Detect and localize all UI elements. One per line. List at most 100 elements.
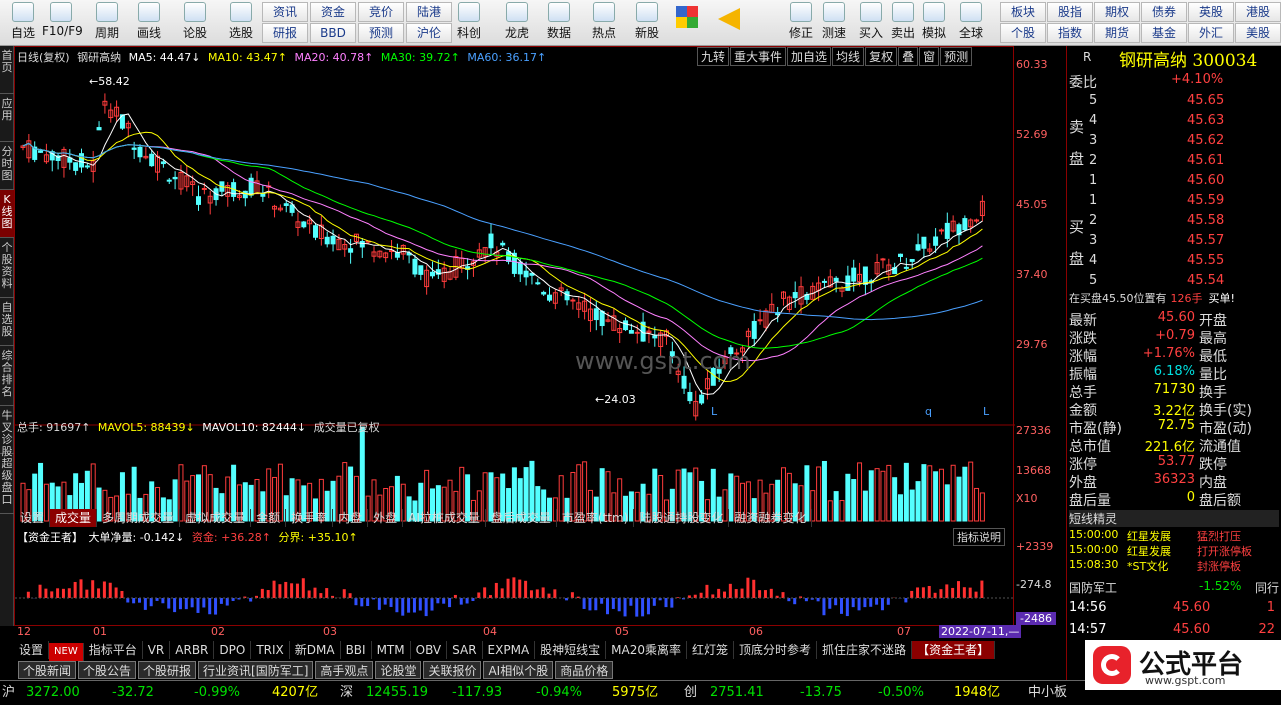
toolbar-btn-0[interactable]: 自选 xyxy=(4,2,42,44)
news-tab-0[interactable]: 个股新闻 xyxy=(18,661,77,679)
short-stock[interactable]: 红星发展 xyxy=(1127,528,1171,544)
left-tab-7[interactable]: 牛叉诊股 xyxy=(0,406,14,458)
toolbar-grid-btn[interactable]: 基金 xyxy=(1141,23,1187,43)
vol-tab-8[interactable]: AI拉桩成交量 xyxy=(403,509,486,527)
toolbar-grid-btn[interactable]: 股指 xyxy=(1047,2,1093,22)
bid-price[interactable]: 45.54 xyxy=(1187,273,1224,288)
vol-tab-11[interactable]: 陆股通持股变化 xyxy=(634,509,730,527)
sector-name[interactable]: 国防军工 xyxy=(1069,579,1117,596)
indicator-explain-button[interactable]: 指标说明 xyxy=(953,528,1005,546)
indicator-tab-1[interactable]: NEW xyxy=(49,643,84,661)
vol-tab-3[interactable]: 虚拟成交量 xyxy=(180,509,252,527)
vol-tab-9[interactable]: 盘后成交量 xyxy=(486,509,557,527)
bid-price[interactable]: 45.55 xyxy=(1187,253,1224,268)
toolbar-btn-3[interactable]: 画线 xyxy=(130,2,168,44)
indicator-tab-14[interactable]: MA20乘离率 xyxy=(606,641,688,659)
vol-tab-1[interactable]: 成交量 xyxy=(50,509,98,527)
left-tab-0[interactable]: 首页 xyxy=(0,46,14,94)
news-tab-7[interactable]: AI相似个股 xyxy=(483,661,554,679)
toolbar-btn-4[interactable]: 论股 xyxy=(176,2,214,44)
news-tab-6[interactable]: 关联报价 xyxy=(423,661,482,679)
indicator-tab-15[interactable]: 红灯笼 xyxy=(687,641,735,659)
toolbar-grid-btn[interactable]: 预测 xyxy=(358,23,404,43)
toolbar-btn-1[interactable]: F10/F9 xyxy=(42,2,83,44)
toolbar-btn-2[interactable]: 周期 xyxy=(88,2,126,44)
left-tab-3[interactable]: K线图 xyxy=(0,190,14,238)
toolbar-btn-10[interactable]: 新股 xyxy=(628,2,666,44)
indicator-tab-2[interactable]: 指标平台 xyxy=(84,641,143,659)
sector-more[interactable]: 同行 xyxy=(1255,579,1279,596)
toolbar-grid-btn[interactable]: 板块 xyxy=(1000,2,1046,22)
toolbar-grid-btn[interactable]: 英股 xyxy=(1188,2,1234,22)
toolbar-grid-btn[interactable]: 个股 xyxy=(1000,23,1046,43)
left-tab-6[interactable]: 综合排名 xyxy=(0,346,14,406)
vol-tab-7[interactable]: 外盘 xyxy=(368,509,404,527)
bid-price[interactable]: 45.58 xyxy=(1187,213,1224,228)
toolbar-btn-15[interactable]: 模拟 xyxy=(915,2,953,44)
vol-tab-10[interactable]: 市盈率(ttm) xyxy=(557,509,635,527)
news-tab-2[interactable]: 个股研报 xyxy=(138,661,197,679)
vol-tab-6[interactable]: 内盘 xyxy=(333,509,369,527)
vol-tab-0[interactable]: 设置 xyxy=(15,509,51,527)
vol-tab-12[interactable]: 融资融券变化 xyxy=(729,509,813,527)
news-tab-5[interactable]: 论股堂 xyxy=(375,661,422,679)
ask-price[interactable]: 45.65 xyxy=(1187,93,1224,108)
news-tab-3[interactable]: 行业资讯[国防军工] xyxy=(198,661,314,679)
indicator-tab-16[interactable]: 顶底分时参考 xyxy=(734,641,818,659)
indicator-tab-5[interactable]: DPO xyxy=(214,641,252,659)
toolbar-grid-btn[interactable]: 研报 xyxy=(262,23,308,43)
indicator-tab-13[interactable]: 股神短线宝 xyxy=(535,641,607,659)
left-tab-2[interactable]: 分时图 xyxy=(0,142,14,190)
toolbar-grid-btn[interactable]: 陆港 xyxy=(406,2,452,22)
toolbar-grid-btn[interactable]: 期权 xyxy=(1094,2,1140,22)
indicator-tab-8[interactable]: BBI xyxy=(341,641,372,659)
vol-tab-4[interactable]: 金额 xyxy=(251,509,287,527)
toolbar-grid-btn[interactable]: 指数 xyxy=(1047,23,1093,43)
toolbar-btn-12[interactable]: 测速 xyxy=(815,2,853,44)
left-tab-4[interactable]: 个股资料 xyxy=(0,238,14,298)
toolbar-btn-6[interactable]: 科创 xyxy=(450,2,488,44)
toolbar-grid-btn[interactable]: 竞价 xyxy=(358,2,404,22)
vol-tab-2[interactable]: 多周期成交量 xyxy=(97,509,181,527)
left-tab-8[interactable]: 超级盘口 xyxy=(0,454,14,514)
ask-price[interactable]: 45.60 xyxy=(1187,173,1224,188)
toolbar-grid-btn[interactable]: 债券 xyxy=(1141,2,1187,22)
news-tab-4[interactable]: 高手观点 xyxy=(315,661,374,679)
short-stock[interactable]: *ST文化 xyxy=(1127,558,1168,574)
toolbar-btn-9[interactable]: 热点 xyxy=(585,2,623,44)
indicator-tab-4[interactable]: ARBR xyxy=(170,641,215,659)
toolbar-grid-btn[interactable]: 资金 xyxy=(310,2,356,22)
news-tab-8[interactable]: 商品价格 xyxy=(555,661,614,679)
left-tab-1[interactable]: 应用 xyxy=(0,94,14,142)
indicator-tab-7[interactable]: 新DMA xyxy=(290,641,341,659)
back-arrow-icon[interactable] xyxy=(718,8,740,30)
toolbar-grid-btn[interactable]: 沪伦 xyxy=(406,23,452,43)
toolbar-grid-btn[interactable]: 资讯 xyxy=(262,2,308,22)
toolbar-grid-btn[interactable]: 期货 xyxy=(1094,23,1140,43)
toolbar-btn-7[interactable]: 龙虎 xyxy=(498,2,536,44)
color-grid-icon[interactable] xyxy=(676,6,698,28)
vol-tab-5[interactable]: 换手率 xyxy=(286,509,334,527)
short-stock[interactable]: 红星发展 xyxy=(1127,543,1171,559)
ask-price[interactable]: 45.62 xyxy=(1187,133,1224,148)
toolbar-btn-8[interactable]: 数据 xyxy=(540,2,578,44)
news-tab-1[interactable]: 个股公告 xyxy=(78,661,137,679)
indicator-tab-17[interactable]: 抓住庄家不迷路 xyxy=(817,641,913,659)
toolbar-btn-5[interactable]: 选股 xyxy=(222,2,260,44)
indicator-tab-10[interactable]: OBV xyxy=(411,641,448,659)
indicator-tab-0[interactable]: 设置 xyxy=(14,641,50,659)
left-tab-5[interactable]: 自选股 xyxy=(0,298,14,346)
toolbar-btn-16[interactable]: 全球 xyxy=(952,2,990,44)
indicator-tab-6[interactable]: TRIX xyxy=(251,641,290,659)
short-title[interactable]: 短线精灵 xyxy=(1069,510,1279,527)
toolbar-grid-btn[interactable]: 港股 xyxy=(1235,2,1281,22)
bid-price[interactable]: 45.59 xyxy=(1187,193,1224,208)
toolbar-grid-btn[interactable]: 外汇 xyxy=(1188,23,1234,43)
indicator-tab-12[interactable]: EXPMA xyxy=(483,641,536,659)
indicator-tab-3[interactable]: VR xyxy=(143,641,171,659)
ask-price[interactable]: 45.63 xyxy=(1187,113,1224,128)
indicator-tab-18[interactable]: 【资金王者】 xyxy=(912,641,996,659)
ask-price[interactable]: 45.61 xyxy=(1187,153,1224,168)
toolbar-grid-btn[interactable]: BBD xyxy=(310,23,356,43)
bid-price[interactable]: 45.57 xyxy=(1187,233,1224,248)
